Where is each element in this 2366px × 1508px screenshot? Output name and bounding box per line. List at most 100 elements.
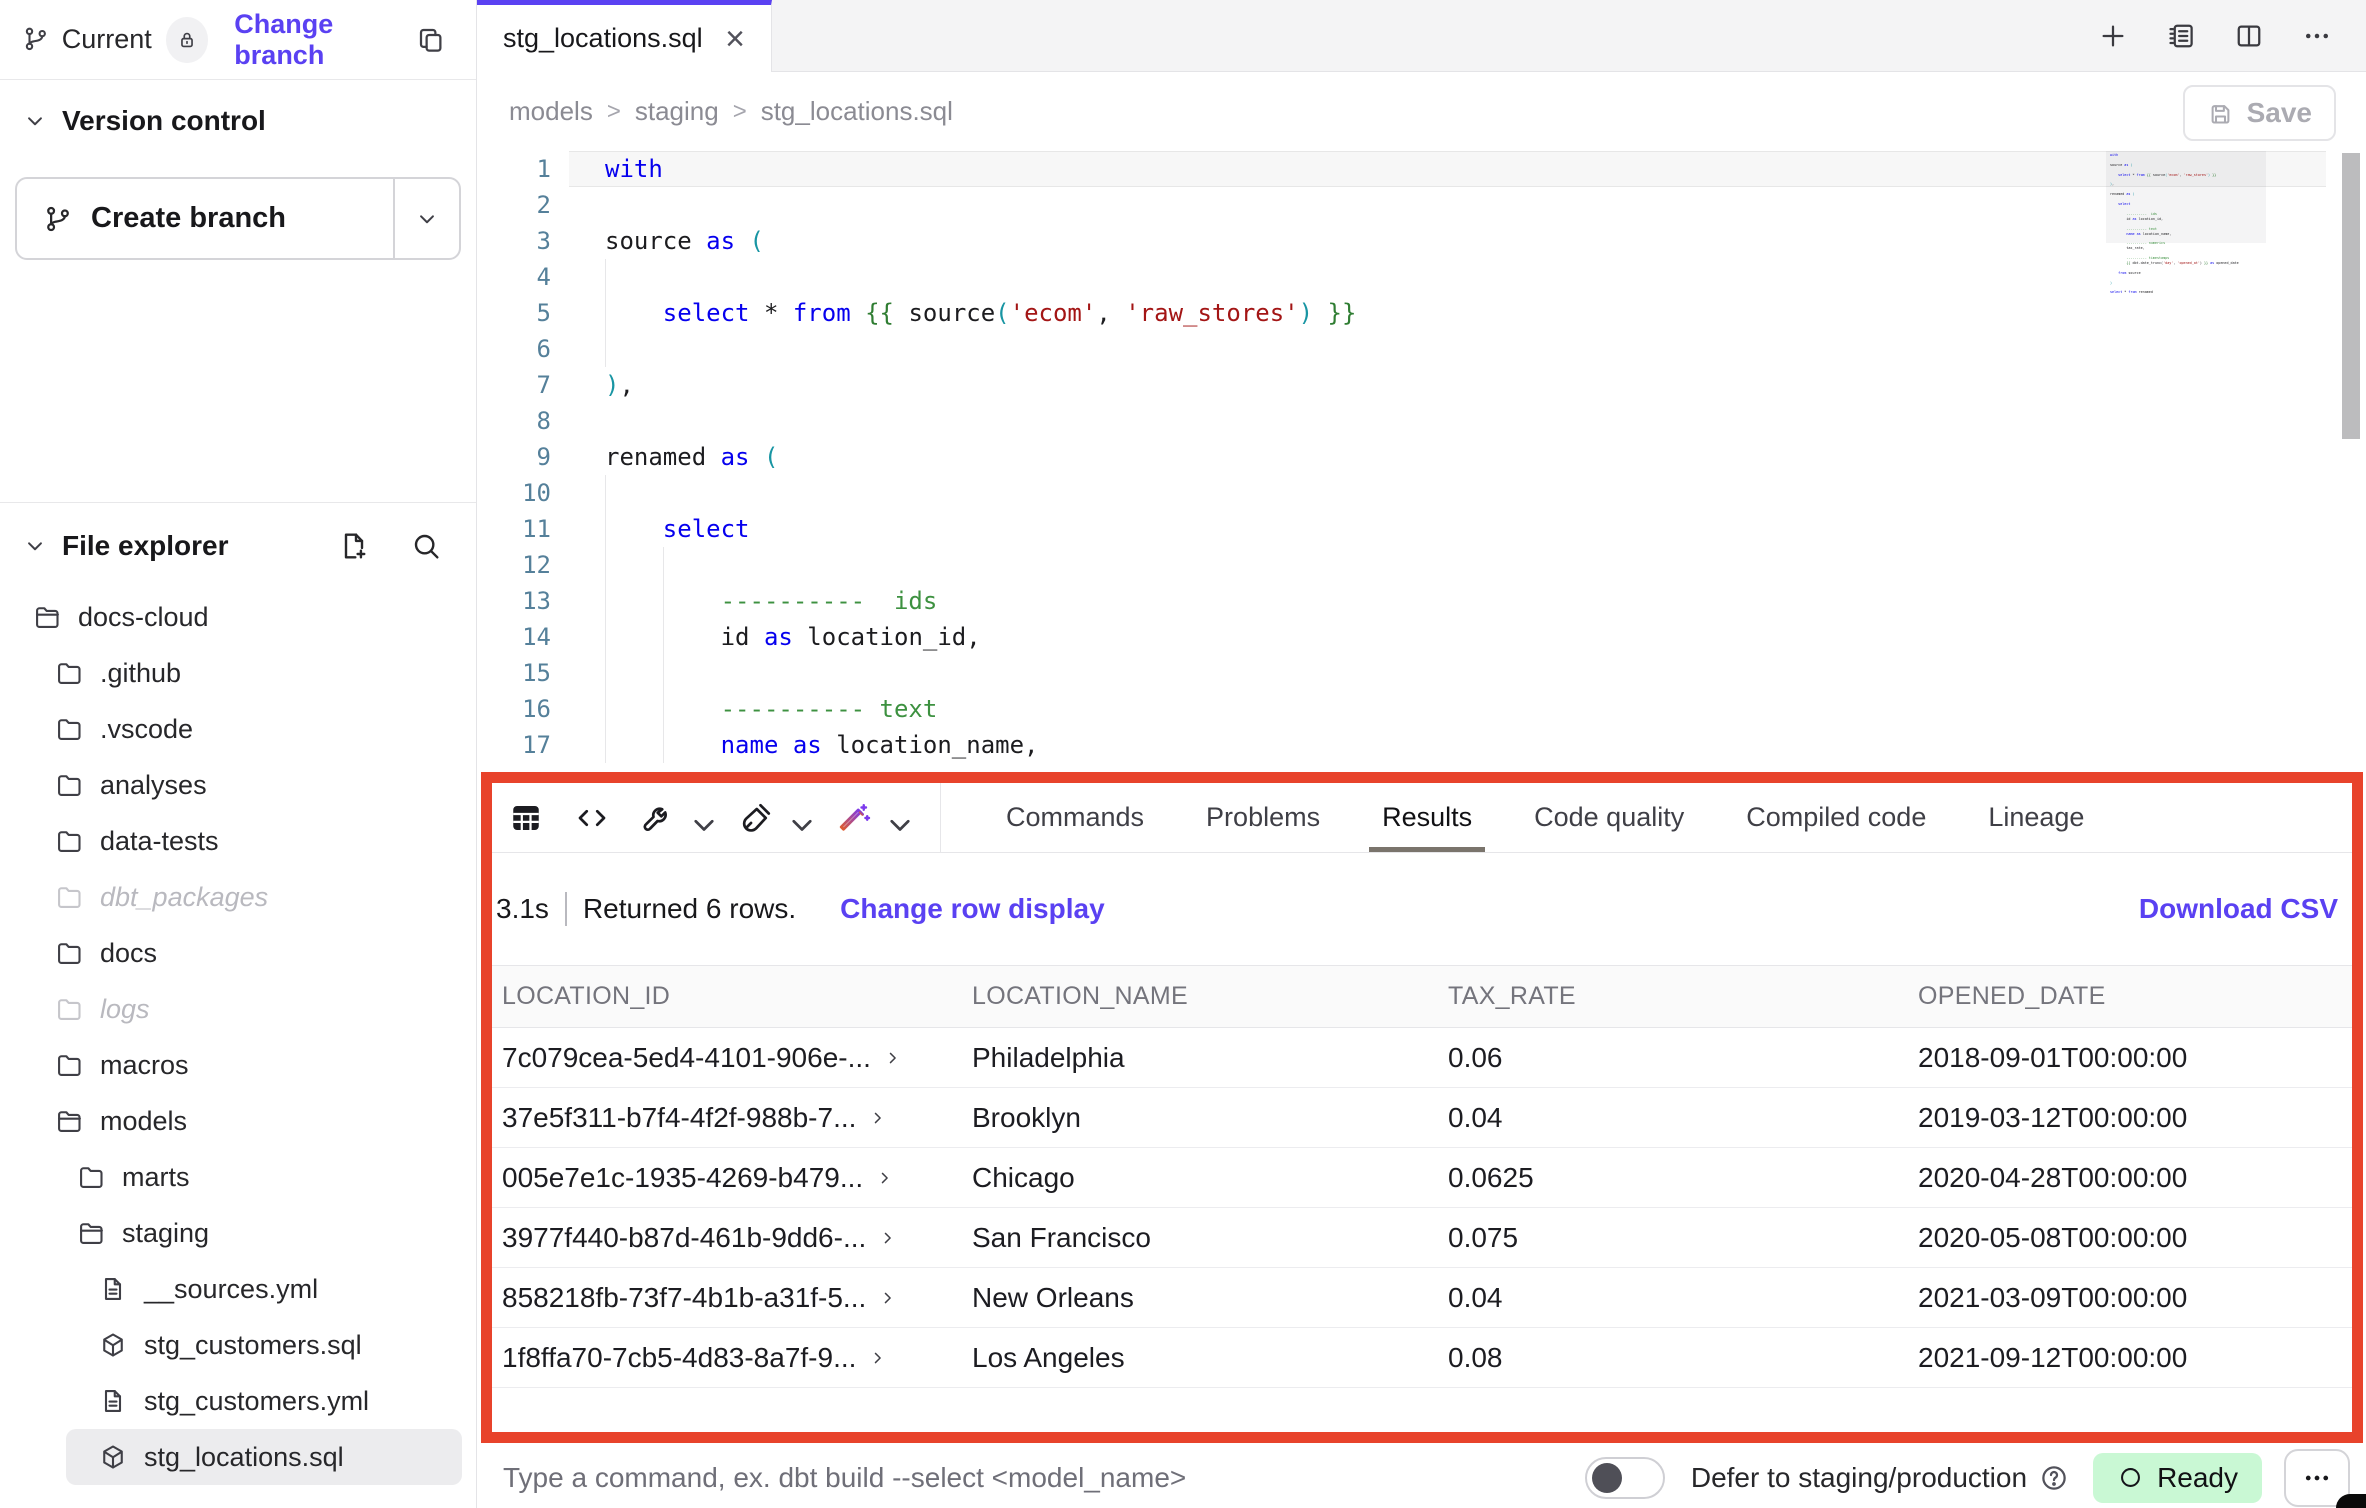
code-line-2[interactable]: 2 [477,187,2366,223]
file-tree-item-stg-locations-sql[interactable]: stg_locations.sql [66,1429,462,1485]
code-editor[interactable]: 1with23source as (45 select * from {{ so… [477,151,2366,772]
ready-status-badge[interactable]: Ready [2093,1453,2262,1503]
ai-assist-pen-icon[interactable] [836,800,904,836]
column-header-location_name[interactable]: LOCATION_NAME [962,966,1438,1027]
branch-bar: Current Change branch [0,0,476,80]
tab-stg-locations-sql[interactable]: stg_locations.sql × [477,0,772,72]
minimap[interactable]: with source as ( select * from {{ source… [2110,153,2262,303]
format-broom-icon[interactable] [738,800,806,836]
code-line-17[interactable]: 17 name as location_name, [477,727,2366,763]
column-header-location_id[interactable]: LOCATION_ID [492,966,962,1027]
code-line-9[interactable]: 9renamed as ( [477,439,2366,475]
code-line-16[interactable]: 16 ---------- text [477,691,2366,727]
notebook-panel-icon[interactable] [2166,21,2196,51]
split-editor-icon[interactable] [2234,21,2264,51]
cell-value: 2021-03-09T00:00:00 [1918,1282,2187,1314]
breadcrumb-item[interactable]: models [509,96,593,127]
save-button[interactable]: Save [2183,85,2336,141]
code-line-7[interactable]: 7), [477,367,2366,403]
column-header-tax_rate[interactable]: TAX_RATE [1438,966,1908,1027]
expand-row-icon[interactable] [878,1228,898,1248]
build-wrench-icon[interactable] [640,800,708,836]
file-tree-item--vscode[interactable]: .vscode [0,701,476,757]
breadcrumb-item[interactable]: stg_locations.sql [761,96,953,127]
file-tree-item-logs[interactable]: logs [0,981,476,1037]
results-tab-code-quality[interactable]: Code quality [1503,783,1715,852]
editor-scrollbar[interactable] [2342,153,2360,439]
cell-value: 7c079cea-5ed4-4101-906e-... [502,1042,871,1074]
command-input[interactable] [503,1462,1403,1494]
file-tree-item-docs-cloud[interactable]: docs-cloud [0,589,476,645]
file-tree-item--github[interactable]: .github [0,645,476,701]
new-tab-icon[interactable] [2098,21,2128,51]
code-line-10[interactable]: 10 [477,475,2366,511]
code-line-5[interactable]: 5 select * from {{ source('ecom', 'raw_s… [477,295,2366,331]
results-tab-compiled-code[interactable]: Compiled code [1715,783,1957,852]
code-lines: 1with23source as (45 select * from {{ so… [477,151,2366,763]
defer-toggle[interactable] [1585,1457,1665,1499]
cell-location_id: 1f8ffa70-7cb5-4d83-8a7f-9... [492,1328,962,1387]
help-icon[interactable] [2039,1463,2069,1493]
file-tree-item-macros[interactable]: macros [0,1037,476,1093]
file-tree-item-staging[interactable]: staging [0,1205,476,1261]
file-explorer-header[interactable]: File explorer [0,503,476,589]
cell-tax_rate: 0.04 [1438,1088,1908,1147]
code-text: name as location_name, [605,731,1039,759]
more-options-icon[interactable] [2302,21,2332,51]
column-header-opened_date[interactable]: OPENED_DATE [1908,966,2352,1027]
close-icon[interactable]: × [725,22,745,56]
expand-row-icon[interactable] [878,1288,898,1308]
file-tree-item-marts[interactable]: marts [0,1149,476,1205]
create-branch-dropdown[interactable] [395,179,459,258]
save-label: Save [2247,97,2312,129]
file-tree-item--sources-yml[interactable]: __sources.yml [0,1261,476,1317]
code-line-12[interactable]: 12 [477,547,2366,583]
chevron-down-icon[interactable] [784,807,806,829]
code-line-15[interactable]: 15 [477,655,2366,691]
change-branch-link[interactable]: Change branch [234,9,416,71]
chevron-down-icon[interactable] [882,807,904,829]
file-tree-item-docs[interactable]: docs [0,925,476,981]
download-csv-link[interactable]: Download CSV [2139,893,2338,925]
results-tab-commands[interactable]: Commands [975,783,1175,852]
expand-row-icon[interactable] [868,1108,888,1128]
results-tab-lineage[interactable]: Lineage [1957,783,2115,852]
code-line-4[interactable]: 4 [477,259,2366,295]
code-line-11[interactable]: 11 select [477,511,2366,547]
compile-code-icon[interactable] [574,800,610,836]
version-control-title: Version control [62,105,266,137]
code-line-3[interactable]: 3source as ( [477,223,2366,259]
results-tab-results[interactable]: Results [1351,783,1503,852]
file-tree-item-stg-customers-yml[interactable]: stg_customers.yml [0,1373,476,1429]
version-control-header[interactable]: Version control [0,95,476,147]
code-line-13[interactable]: 13 ---------- ids [477,583,2366,619]
create-branch-button[interactable]: Create branch [15,177,461,260]
cell-location_id: 37e5f311-b7f4-4f2f-988b-7... [492,1088,962,1147]
copy-icon[interactable] [416,25,446,55]
breadcrumb-item[interactable]: staging [635,96,719,127]
new-file-icon[interactable] [338,530,370,562]
change-row-display-link[interactable]: Change row display [840,893,1105,925]
create-branch-main[interactable]: Create branch [17,179,393,258]
line-number: 11 [477,515,551,543]
results-tab-problems[interactable]: Problems [1175,783,1351,852]
file-tree-label: data-tests [100,826,219,857]
search-icon[interactable] [410,530,442,562]
preview-table-icon[interactable] [508,800,544,836]
chevron-down-icon[interactable] [686,807,708,829]
toggle-knob [1592,1463,1622,1493]
file-tree-item-stg-customers-sql[interactable]: stg_customers.sql [0,1317,476,1373]
file-tree-item-models[interactable]: models [0,1093,476,1149]
file-tree-item-data-tests[interactable]: data-tests [0,813,476,869]
expand-row-icon[interactable] [875,1168,895,1188]
expand-row-icon[interactable] [883,1048,903,1068]
file-tree-item-analyses[interactable]: analyses [0,757,476,813]
file-tree-item-dbt-packages[interactable]: dbt_packages [0,869,476,925]
code-line-6[interactable]: 6 [477,331,2366,367]
code-text: id as location_id, [605,623,981,651]
code-line-14[interactable]: 14 id as location_id, [477,619,2366,655]
code-line-8[interactable]: 8 [477,403,2366,439]
expand-row-icon[interactable] [868,1348,888,1368]
cell-location_id: 7c079cea-5ed4-4101-906e-... [492,1028,962,1087]
code-line-1[interactable]: 1with [477,151,2366,187]
